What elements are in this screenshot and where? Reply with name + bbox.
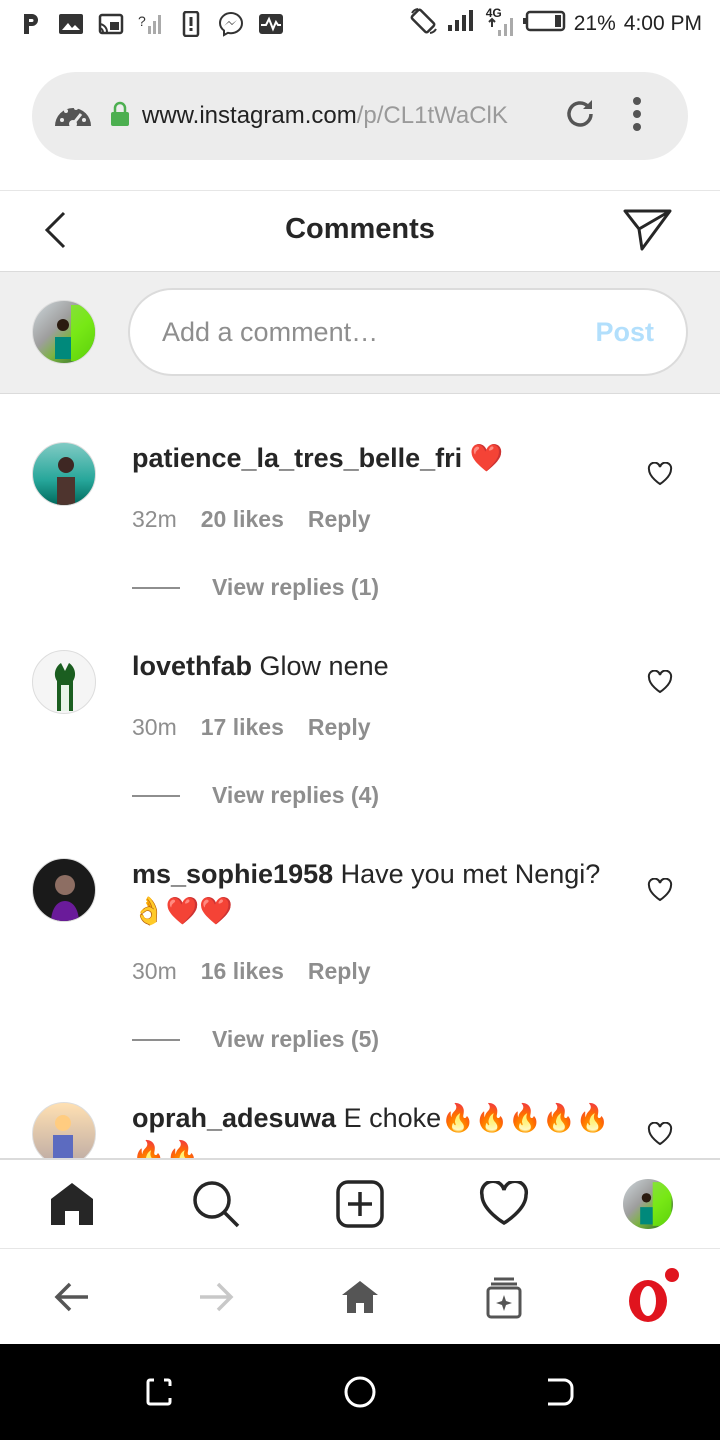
search-tab[interactable]: [190, 1178, 242, 1230]
like-heart-icon[interactable]: [647, 877, 673, 902]
comment-text: patience_la_tres_belle_fri ❤️: [132, 440, 622, 477]
like-heart-icon[interactable]: [647, 461, 673, 486]
like-heart-icon[interactable]: [647, 1121, 673, 1146]
view-replies[interactable]: View replies (1): [132, 574, 379, 601]
reload-icon[interactable]: [562, 96, 598, 137]
new-post-tab[interactable]: [334, 1178, 386, 1230]
phone-icon: [178, 11, 204, 37]
profile-tab[interactable]: [622, 1178, 674, 1230]
browser-toolbar: www.instagram.com/p/CL1tWaClK: [0, 48, 720, 188]
search-icon: [193, 1181, 240, 1228]
network-4g-icon: 4G: [484, 6, 514, 38]
messenger-icon: [218, 11, 244, 37]
comment-meta: 30m 17 likes Reply: [132, 714, 371, 741]
comment-username[interactable]: patience_la_tres_belle_fri: [132, 443, 462, 473]
comment-likes[interactable]: 17 likes: [201, 714, 284, 741]
opera-menu-icon[interactable]: [626, 1265, 682, 1330]
comment-meta: 30m 16 likes Reply: [132, 958, 371, 985]
speed-dial-icon[interactable]: [52, 96, 94, 137]
page-title: Comments: [285, 213, 435, 245]
view-replies-label[interactable]: View replies (1): [212, 574, 379, 601]
avatar[interactable]: [32, 442, 96, 506]
post-button[interactable]: Post: [595, 317, 654, 348]
p-icon: [18, 11, 44, 37]
heart-icon: [479, 1181, 529, 1226]
add-post-icon: [336, 1180, 384, 1228]
reply-button[interactable]: Reply: [308, 714, 371, 741]
profile-avatar: [623, 1179, 673, 1229]
like-heart-icon[interactable]: [647, 669, 673, 694]
comment-username[interactable]: oprah_adesuwa: [132, 1103, 336, 1133]
comment-likes[interactable]: 16 likes: [201, 958, 284, 985]
comment-meta: 32m 20 likes Reply: [132, 506, 371, 533]
rotate-icon: [410, 7, 438, 41]
battery-icon: [522, 10, 566, 38]
browser-back-icon[interactable]: [54, 1281, 90, 1318]
browser-home-icon[interactable]: [340, 1279, 380, 1320]
comments-list: patience_la_tres_belle_fri ❤️ 32m 20 lik…: [0, 394, 720, 1158]
network-type-label: 4G: [485, 6, 502, 20]
home-button-icon[interactable]: [343, 1375, 377, 1414]
comment-time: 32m: [132, 506, 177, 532]
view-replies-label[interactable]: View replies (4): [212, 782, 379, 809]
home-icon: [51, 1183, 93, 1225]
activity-icon: [258, 11, 284, 37]
browser-tabs-icon[interactable]: [486, 1275, 522, 1324]
android-navigation-bar: [0, 1344, 720, 1440]
comment-field[interactable]: Post: [128, 288, 688, 376]
comment-text: lovethfab Glow nene: [132, 648, 622, 685]
comment-time: 30m: [132, 714, 177, 740]
view-replies[interactable]: View replies (4): [132, 782, 379, 809]
avatar[interactable]: [32, 858, 96, 922]
instagram-bottom-nav: [0, 1158, 720, 1248]
comments-header: Comments: [0, 190, 720, 272]
avatar[interactable]: [32, 650, 96, 714]
comment-time: 30m: [132, 958, 177, 984]
add-comment-bar: Post: [0, 272, 720, 394]
photo-icon: [58, 11, 84, 37]
back-button-icon[interactable]: [544, 1376, 576, 1413]
comment-username[interactable]: lovethfab: [132, 651, 252, 681]
overflow-menu-icon[interactable]: [632, 96, 642, 137]
avatar[interactable]: [32, 1102, 96, 1158]
replies-line: [132, 1038, 180, 1041]
replies-line: [132, 794, 180, 797]
replies-line: [132, 586, 180, 589]
url-host: www.instagram.com: [142, 102, 357, 129]
lock-icon: [110, 101, 130, 132]
share-direct-icon[interactable]: [622, 205, 674, 258]
comment-likes[interactable]: 20 likes: [201, 506, 284, 533]
comment-body: ❤️: [469, 443, 504, 473]
browser-bottom-nav: [0, 1248, 720, 1344]
my-avatar: [32, 300, 96, 364]
comment-text: ms_sophie1958 Have you met Nengi? 👌❤️❤️: [132, 856, 622, 930]
activity-tab[interactable]: [478, 1178, 530, 1230]
comment-username[interactable]: ms_sophie1958: [132, 859, 333, 889]
status-bar: ? 4G 21% 4:00 PM: [0, 0, 720, 48]
recents-icon[interactable]: [144, 1376, 176, 1413]
comment-text: oprah_adesuwa E choke🔥🔥🔥🔥🔥🔥🔥: [132, 1100, 622, 1158]
reply-button[interactable]: Reply: [308, 506, 371, 533]
svg-text:?: ?: [138, 13, 146, 29]
browser-forward-icon[interactable]: [198, 1281, 234, 1318]
battery-percent: 21%: [573, 12, 616, 35]
address-bar[interactable]: www.instagram.com/p/CL1tWaClK: [32, 72, 688, 160]
home-tab[interactable]: [46, 1178, 98, 1230]
view-replies-label[interactable]: View replies (5): [212, 1026, 379, 1053]
comment-input[interactable]: [162, 316, 596, 348]
url-text[interactable]: www.instagram.com/p/CL1tWaClK: [142, 102, 552, 130]
signal-icon: [446, 9, 476, 39]
signal-question-icon: ?: [138, 11, 164, 37]
clock: 4:00 PM: [623, 12, 702, 35]
reply-button[interactable]: Reply: [308, 958, 371, 985]
view-replies[interactable]: View replies (5): [132, 1026, 379, 1053]
cast-icon: [98, 11, 124, 37]
comment-body: Glow nene: [259, 651, 389, 681]
url-path: /p/CL1tWaClK: [356, 102, 508, 129]
